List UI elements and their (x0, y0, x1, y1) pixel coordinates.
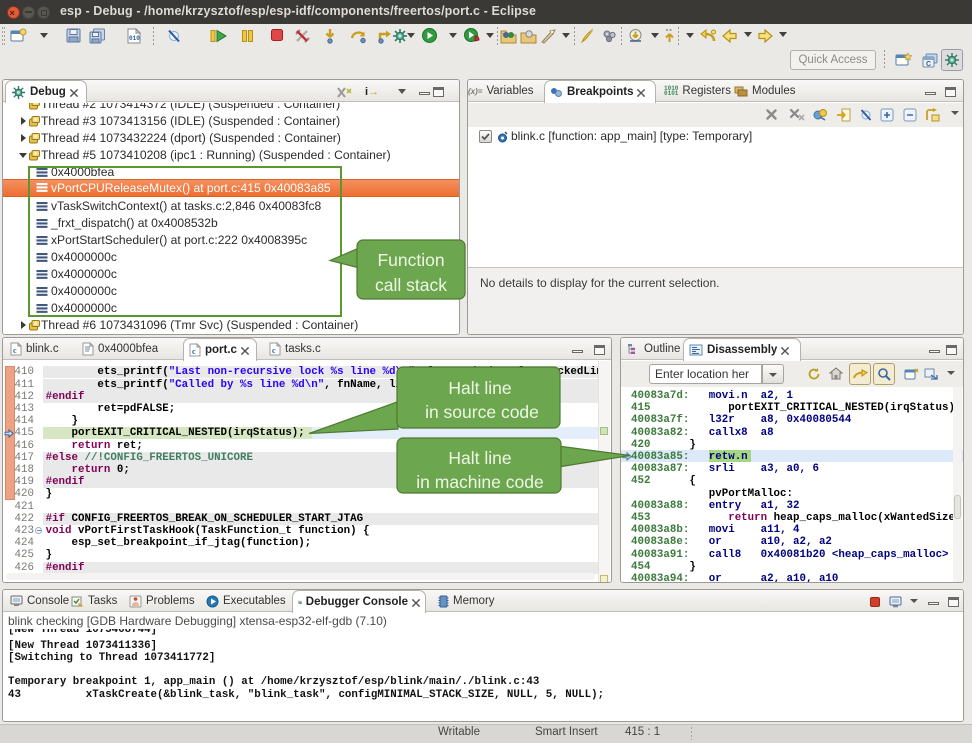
svg-text:c: c (13, 346, 17, 355)
svg-text:c: c (192, 347, 196, 356)
svg-text:C: C (926, 61, 931, 68)
svg-text:010: 010 (129, 35, 140, 42)
svg-text:c: c (272, 346, 276, 355)
